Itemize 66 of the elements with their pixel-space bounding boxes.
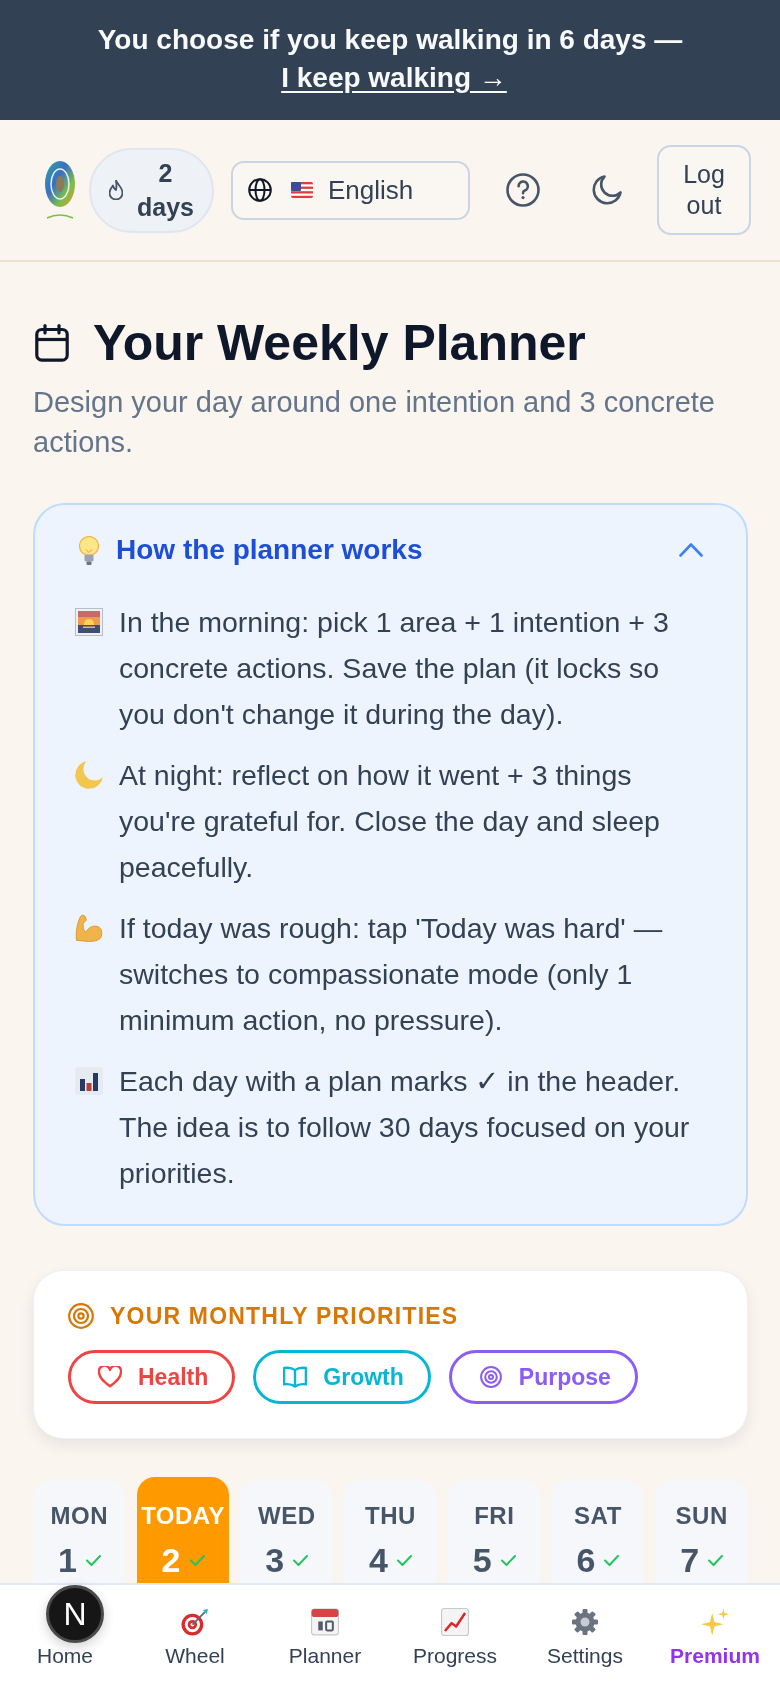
sunrise-picture-icon xyxy=(75,608,103,636)
day-number: 6 xyxy=(576,1542,596,1578)
step-text: At night: reflect on how it went + 3 things you're grateful for. Close the day and sleep peacefully. xyxy=(119,758,661,885)
target-icon xyxy=(478,1366,503,1388)
tag-label: Growth xyxy=(323,1363,404,1391)
day-card[interactable]: THU 4 xyxy=(344,1480,437,1583)
day-number: 7 xyxy=(680,1542,700,1578)
priority-tag[interactable]: Purpose xyxy=(448,1350,638,1404)
section-heading: YOUR MONTHLY PRIORITIES xyxy=(110,1302,459,1330)
day-name: FRI xyxy=(474,1503,515,1529)
day-name: TODAY xyxy=(141,1503,225,1529)
moon-icon[interactable] xyxy=(592,175,622,205)
nav-item[interactable]: Home xyxy=(37,1644,93,1668)
light-bulb-icon xyxy=(79,535,99,565)
page-title: Your Weekly Planner xyxy=(93,315,586,371)
open-book-icon xyxy=(283,1366,308,1388)
line-chart-icon xyxy=(441,1608,469,1636)
dart-target-icon xyxy=(181,1608,209,1636)
day-card[interactable]: MON 1 xyxy=(33,1480,126,1583)
section-heading: How the planner works xyxy=(116,534,423,566)
app-logo-icon[interactable] xyxy=(44,160,76,220)
day-number: 1 xyxy=(57,1542,77,1578)
language-select[interactable]: English xyxy=(231,160,470,220)
day-name: THU xyxy=(365,1503,416,1529)
nav-item[interactable]: Planner xyxy=(288,1608,362,1668)
calendar-icon xyxy=(35,324,69,362)
nav-item[interactable]: Premium xyxy=(670,1608,760,1668)
tag-label: Health xyxy=(138,1363,209,1391)
help-icon[interactable] xyxy=(506,173,540,207)
day-card[interactable]: SAT 6 xyxy=(551,1480,645,1583)
day-card[interactable]: SUN 7 xyxy=(655,1480,749,1583)
day-number: 4 xyxy=(369,1542,388,1578)
calendar-icon xyxy=(311,1608,339,1636)
bar-chart-icon xyxy=(75,1067,103,1095)
crescent-moon-icon xyxy=(75,761,103,789)
tag-label: Purpose xyxy=(518,1363,611,1391)
heart-icon xyxy=(98,1366,122,1388)
flame-icon xyxy=(108,180,123,200)
chevron-up-icon[interactable] xyxy=(679,543,703,557)
day-name: WED xyxy=(258,1503,316,1529)
globe-icon xyxy=(248,178,272,202)
nav-item[interactable]: Progress xyxy=(413,1608,497,1668)
logout-button[interactable]: Log out xyxy=(657,145,751,235)
flexed-arm-icon xyxy=(75,914,103,942)
day-card[interactable]: WED 3 xyxy=(240,1480,334,1583)
day-number: 5 xyxy=(472,1542,492,1578)
gear-icon xyxy=(571,1608,599,1636)
keep-walking-link[interactable]: I keep walking → xyxy=(281,62,507,93)
day-name: SAT xyxy=(574,1503,622,1529)
step-text: If today was rough: tap 'Today was hard' — switches to compassionate mode (only 1 minimum action, no pressure). xyxy=(119,911,664,1038)
day-number: 2 xyxy=(161,1542,181,1578)
step-text: In the morning: pick 1 area + 1 intention + 3 concrete actions. Save the plan (it locks so you don't change it during the day). xyxy=(119,605,670,732)
sparkles-icon xyxy=(701,1608,729,1636)
step-text: Each day with a plan marks ✓ in the header. The idea is to follow 30 days focused on your priorities. xyxy=(119,1064,691,1191)
streak-count: 2 days xyxy=(136,158,195,223)
page-subtitle: Design your day around one intention and 3 concrete actions. xyxy=(33,385,716,460)
day-card[interactable]: FRI 5 xyxy=(447,1480,541,1583)
banner-message: You choose if you keep walking in 6 days — xyxy=(97,24,683,55)
flag-icon xyxy=(291,182,313,198)
nav-item[interactable]: Wheel xyxy=(165,1608,225,1668)
day-name: SUN xyxy=(675,1503,728,1529)
target-icon xyxy=(68,1303,94,1329)
day-number: 3 xyxy=(265,1542,285,1578)
priority-tag[interactable]: Health xyxy=(68,1350,236,1404)
nav-item[interactable]: Settings xyxy=(547,1608,623,1668)
day-name: MON xyxy=(50,1503,109,1529)
